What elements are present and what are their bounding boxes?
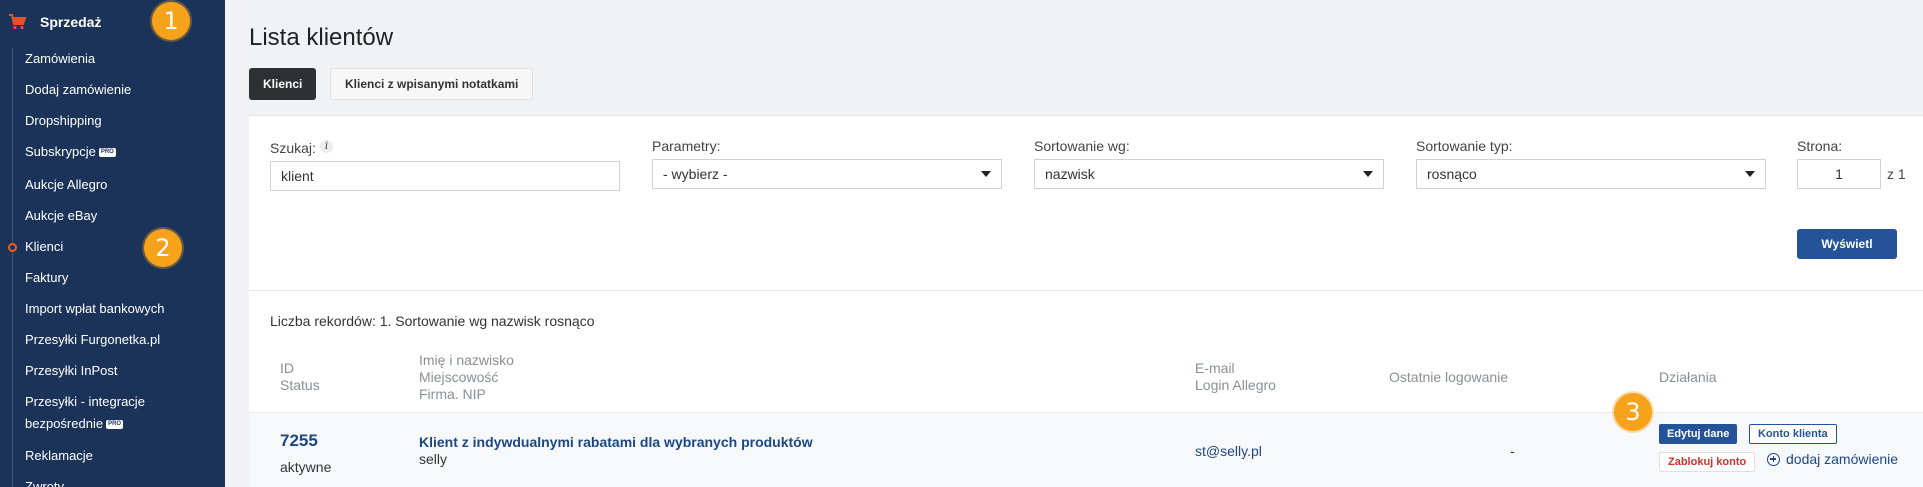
- sort-by-label: Sortowanie wg:: [1034, 138, 1130, 154]
- search-input[interactable]: klient: [270, 161, 620, 191]
- client-status: aktywne: [280, 459, 332, 475]
- add-order-label: dodaj zamówienie: [1786, 451, 1899, 467]
- page-input[interactable]: 1: [1797, 159, 1881, 189]
- search-label-text: Szukaj:: [270, 140, 316, 156]
- plus-circle-icon: [1767, 452, 1780, 466]
- block-account-button[interactable]: Zablokuj konto: [1659, 452, 1756, 472]
- records-summary: Liczba rekordów: 1. Sortowanie wg nazwis…: [270, 313, 595, 329]
- sort-type-select-value: rosnąco: [1427, 166, 1477, 182]
- sidebar-item-ebay[interactable]: Aukcje eBay: [25, 205, 97, 227]
- sidebar-item-label: Reklamacje: [25, 448, 93, 463]
- header-name-line: Imię i nazwisko: [419, 352, 514, 368]
- client-account-button[interactable]: Konto klienta: [1749, 424, 1837, 444]
- sidebar-item-integrations[interactable]: Przesyłki - integracje bezpośrednie PRO: [25, 391, 145, 435]
- active-indicator: [8, 243, 17, 252]
- sidebar-item-invoices[interactable]: Faktury: [25, 267, 68, 289]
- step-badge-2: 2: [144, 229, 182, 267]
- pro-badge: PRO: [106, 420, 124, 430]
- pro-badge: PRO: [98, 148, 116, 158]
- divider: [249, 290, 1923, 291]
- sidebar-tree-line: [12, 48, 13, 487]
- sidebar-item-orders[interactable]: Zamówienia: [25, 48, 95, 70]
- header-actions: Działania: [1659, 369, 1717, 385]
- header-company-line: Firma. NIP: [419, 386, 486, 402]
- show-button[interactable]: Wyświetl: [1797, 229, 1897, 259]
- header-email-line: E-mail: [1195, 360, 1235, 376]
- client-email[interactable]: st@selly.pl: [1195, 443, 1262, 459]
- sidebar-item-label: Przesyłki - integracje: [25, 394, 145, 409]
- client-name[interactable]: Klient z indywdualnymi rabatami dla wybr…: [419, 434, 813, 450]
- header-login-line: Login Allegro: [1195, 377, 1276, 393]
- step-badge-3: 3: [1614, 393, 1652, 431]
- client-id[interactable]: 7255: [280, 431, 318, 451]
- sidebar-item-dropshipping[interactable]: Dropshipping: [25, 110, 102, 132]
- content-panel: Szukaj: i klient Parametry: - wybierz - S…: [249, 115, 1923, 487]
- header-id-line: ID: [280, 360, 294, 376]
- cart-icon: [8, 12, 28, 32]
- sort-by-select-value: nazwisk: [1045, 166, 1095, 182]
- sidebar-item-inpost[interactable]: Przesyłki InPost: [25, 360, 117, 382]
- sort-type-label: Sortowanie typ:: [1416, 138, 1513, 154]
- sidebar-item-clients[interactable]: Klienci: [25, 236, 63, 258]
- sidebar-item-label: Dodaj zamówienie: [25, 82, 132, 97]
- sidebar-item-complaints[interactable]: Reklamacje: [25, 445, 93, 467]
- page-of-text: z 1: [1887, 166, 1906, 182]
- sidebar-item-label: Zwroty: [25, 479, 64, 487]
- header-last-login: Ostatnie logowanie: [1389, 369, 1509, 385]
- sidebar-item-label: Faktury: [25, 270, 69, 285]
- sidebar-item-label: Import wpłat bankowych: [25, 301, 165, 316]
- sidebar-section-sales[interactable]: Sprzedaż: [0, 0, 225, 44]
- page-title: Lista klientów: [249, 24, 394, 51]
- client-last-login: -: [1510, 443, 1515, 459]
- sidebar-item-returns[interactable]: Zwroty: [25, 476, 64, 487]
- sidebar-item-label-line2: bezpośrednie: [25, 416, 104, 431]
- sidebar-item-subscriptions[interactable]: Subskrypcje PRO: [25, 141, 116, 163]
- sidebar: Sprzedaż Zamówienia Dodaj zamówienie Dro…: [0, 0, 225, 487]
- header-city-line: Miejscowość: [419, 369, 499, 385]
- tab-clients-with-notes[interactable]: Klienci z wpisanymi notatkami: [330, 68, 534, 100]
- sidebar-item-bank-import[interactable]: Import wpłat bankowych: [25, 298, 164, 320]
- sidebar-item-label: Zamówienia: [25, 51, 96, 66]
- sidebar-item-label: Aukcje Allegro: [25, 177, 108, 192]
- sidebar-item-label: Aukcje eBay: [25, 208, 98, 223]
- sort-type-select[interactable]: rosnąco: [1416, 159, 1766, 189]
- tab-clients[interactable]: Klienci: [249, 68, 317, 100]
- client-city: selly: [419, 451, 448, 467]
- sidebar-section-title: Sprzedaż: [40, 14, 102, 30]
- step-badge-1: 1: [152, 2, 190, 40]
- sidebar-item-label: Przesyłki Furgonetka.pl: [25, 332, 161, 347]
- chevron-down-icon: [1745, 171, 1755, 177]
- header-email: E-mail Login Allegro: [1195, 360, 1276, 394]
- params-select-value: - wybierz -: [663, 166, 728, 182]
- sidebar-item-label: Klienci: [25, 239, 64, 254]
- sidebar-item-furgonetka[interactable]: Przesyłki Furgonetka.pl: [25, 329, 160, 351]
- info-icon[interactable]: i: [319, 140, 333, 153]
- sidebar-item-allegro[interactable]: Aukcje Allegro: [25, 174, 107, 196]
- header-name: Imię i nazwisko Miejscowość Firma. NIP: [419, 352, 514, 403]
- edit-data-button[interactable]: Edytuj dane: [1659, 424, 1738, 444]
- sidebar-item-label: Przesyłki InPost: [25, 363, 118, 378]
- table-row: 7255 aktywne Klient z indywdualnymi raba…: [249, 412, 1923, 487]
- params-label: Parametry:: [652, 138, 721, 154]
- sidebar-item-label: Dropshipping: [25, 113, 102, 128]
- sidebar-item-add-order[interactable]: Dodaj zamówienie: [25, 79, 131, 101]
- sort-by-select[interactable]: nazwisk: [1034, 159, 1384, 189]
- add-order-link[interactable]: dodaj zamówienie: [1767, 451, 1898, 467]
- page-label: Strona:: [1797, 138, 1843, 154]
- header-id: ID Status: [280, 360, 320, 394]
- chevron-down-icon: [981, 171, 991, 177]
- header-status-line: Status: [280, 377, 320, 393]
- sidebar-item-label: Subskrypcje: [25, 144, 96, 159]
- params-select[interactable]: - wybierz -: [652, 159, 1002, 189]
- chevron-down-icon: [1363, 171, 1373, 177]
- search-label: Szukaj: i: [270, 140, 333, 156]
